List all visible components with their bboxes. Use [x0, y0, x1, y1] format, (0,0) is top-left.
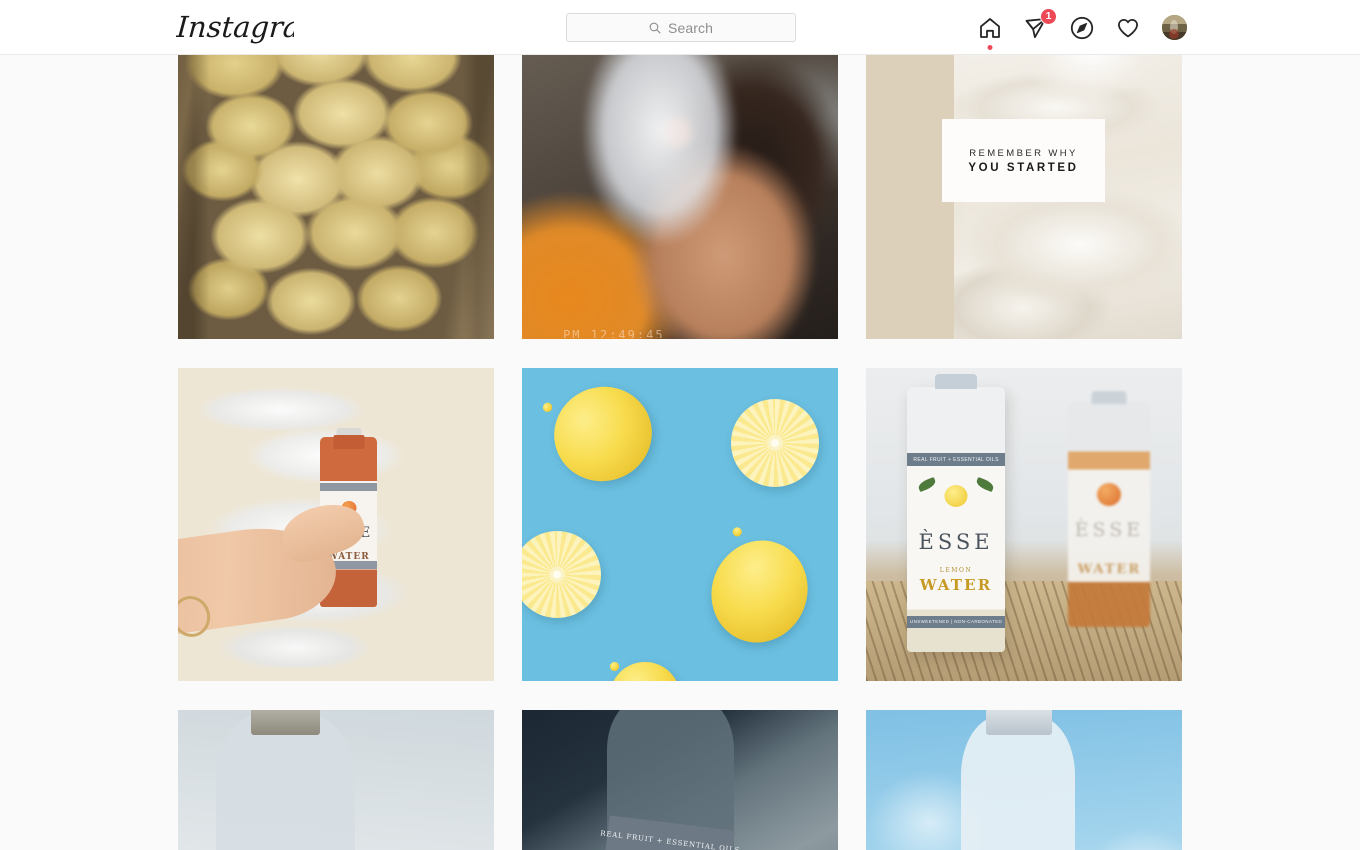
- home-icon[interactable]: [978, 15, 1002, 50]
- home-activity-dot: [987, 44, 993, 50]
- search-input[interactable]: Search: [566, 13, 796, 42]
- product-bottle-front: REAL FRUIT + ESSENTIAL OILS ÈSSE LEMON W…: [907, 373, 1006, 652]
- bottle-product: WATER: [1077, 562, 1142, 578]
- lemon-half: [730, 399, 820, 487]
- compass-icon[interactable]: [1070, 15, 1094, 41]
- messenger-icon[interactable]: 1: [1024, 7, 1057, 41]
- post-photo: [522, 55, 838, 339]
- profile-post-grid: PM 12:49:45 REMEMBER WHY YOU STARTED ÈSS…: [178, 55, 1183, 850]
- peach-illustration-icon: [1097, 483, 1122, 507]
- post-photo: [178, 55, 494, 339]
- bottle-product: WATER: [919, 576, 993, 595]
- grid-post-bottle-horizon[interactable]: REAL FRUIT + ESSENTIAL OILS: [178, 710, 494, 850]
- bottle-cap: [986, 710, 1053, 736]
- quote-line-1: REMEMBER WHY: [969, 147, 1078, 159]
- app-header: Instagram Instagram Search 1: [0, 0, 1360, 55]
- home-glyph: [980, 17, 1000, 38]
- grid-post-bottle-shirt[interactable]: REAL FRUIT + ESSENTIAL OILS: [522, 710, 838, 850]
- grid-post-hand-peach-bottle[interactable]: ÈSSE WATER: [178, 368, 494, 681]
- search-placeholder: Search: [668, 19, 713, 36]
- post-photo: REAL FRUIT + ESSENTIAL OILS: [866, 710, 1182, 850]
- search-icon: [649, 22, 661, 34]
- bottle-label-band-bottom: UNSWEETENED | NON-CARBONATED: [907, 615, 1006, 628]
- post-photo: REAL FRUIT + ESSENTIAL OILS: [178, 710, 494, 850]
- product-bottle-back: ÈSSE WATER: [1068, 391, 1151, 628]
- bottle-label-bottom-text: UNSWEETENED | NON-CARBONATED: [909, 619, 1003, 625]
- lemon-whole: [541, 373, 664, 494]
- post-photo: ÈSSE WATER: [178, 368, 494, 681]
- grid-post-quote-card[interactable]: REMEMBER WHY YOU STARTED: [866, 55, 1182, 339]
- bottle-label-band-top: [320, 482, 378, 491]
- grid-post-beach-bottles[interactable]: ÈSSE WATER REAL FRUIT + ESSENTIAL OILS È…: [866, 368, 1182, 681]
- header-nav: 1: [980, 0, 1360, 55]
- heart-icon[interactable]: [1116, 15, 1140, 41]
- svg-text:Instagram: Instagram: [176, 10, 294, 44]
- bottle-label-top-text: REAL FRUIT + ESSENTIAL OILS: [913, 456, 999, 463]
- product-bottle: [960, 716, 1075, 850]
- post-photo: ÈSSE WATER REAL FRUIT + ESSENTIAL OILS È…: [866, 368, 1182, 681]
- profile-grid-scroll[interactable]: PM 12:49:45 REMEMBER WHY YOU STARTED ÈSS…: [0, 55, 1360, 850]
- bottle-brand: ÈSSE: [1074, 519, 1145, 542]
- grid-post-lemon-crate[interactable]: [178, 55, 494, 339]
- photo-timestamp-overlay: PM 12:49:45: [563, 329, 665, 338]
- grid-post-bottle-sky[interactable]: REAL FRUIT + ESSENTIAL OILS: [866, 710, 1182, 850]
- leaf-icon: [975, 476, 996, 492]
- quote-line-2: YOU STARTED: [968, 161, 1079, 174]
- avatar-image: [1162, 15, 1187, 40]
- bottle-label-band-top: REAL FRUIT + ESSENTIAL OILS: [907, 453, 1006, 467]
- bottle-brand: ÈSSE: [918, 529, 994, 554]
- bottle-cap: [935, 373, 978, 389]
- grid-post-lemons-blue[interactable]: [522, 368, 838, 681]
- heart-glyph: [1117, 18, 1139, 37]
- leaf-icon: [916, 476, 937, 492]
- quote-card: REMEMBER WHY YOU STARTED: [942, 119, 1105, 202]
- lemon-whole: [610, 662, 680, 681]
- compass-glyph: [1070, 16, 1094, 39]
- instagram-wordmark[interactable]: Instagram: [174, 8, 328, 53]
- avatar[interactable]: [1162, 15, 1187, 40]
- post-photo: REAL FRUIT + ESSENTIAL OILS: [522, 710, 838, 850]
- messages-badge: 1: [1040, 7, 1057, 25]
- bottle-neck: [333, 434, 365, 449]
- post-photo: [522, 368, 838, 681]
- lemon-half: [522, 530, 601, 619]
- lemon-illustration-icon: [944, 484, 968, 507]
- bottle-label-top-text: REAL FRUIT + ESSENTIAL OILS: [600, 828, 741, 850]
- grid-post-blurry-selfie[interactable]: PM 12:49:45: [522, 55, 838, 339]
- bottle-flavor: LEMON: [939, 566, 973, 574]
- bottle-cap: [1091, 391, 1127, 405]
- bottle-cap: [250, 710, 321, 736]
- lemon-whole: [695, 526, 823, 658]
